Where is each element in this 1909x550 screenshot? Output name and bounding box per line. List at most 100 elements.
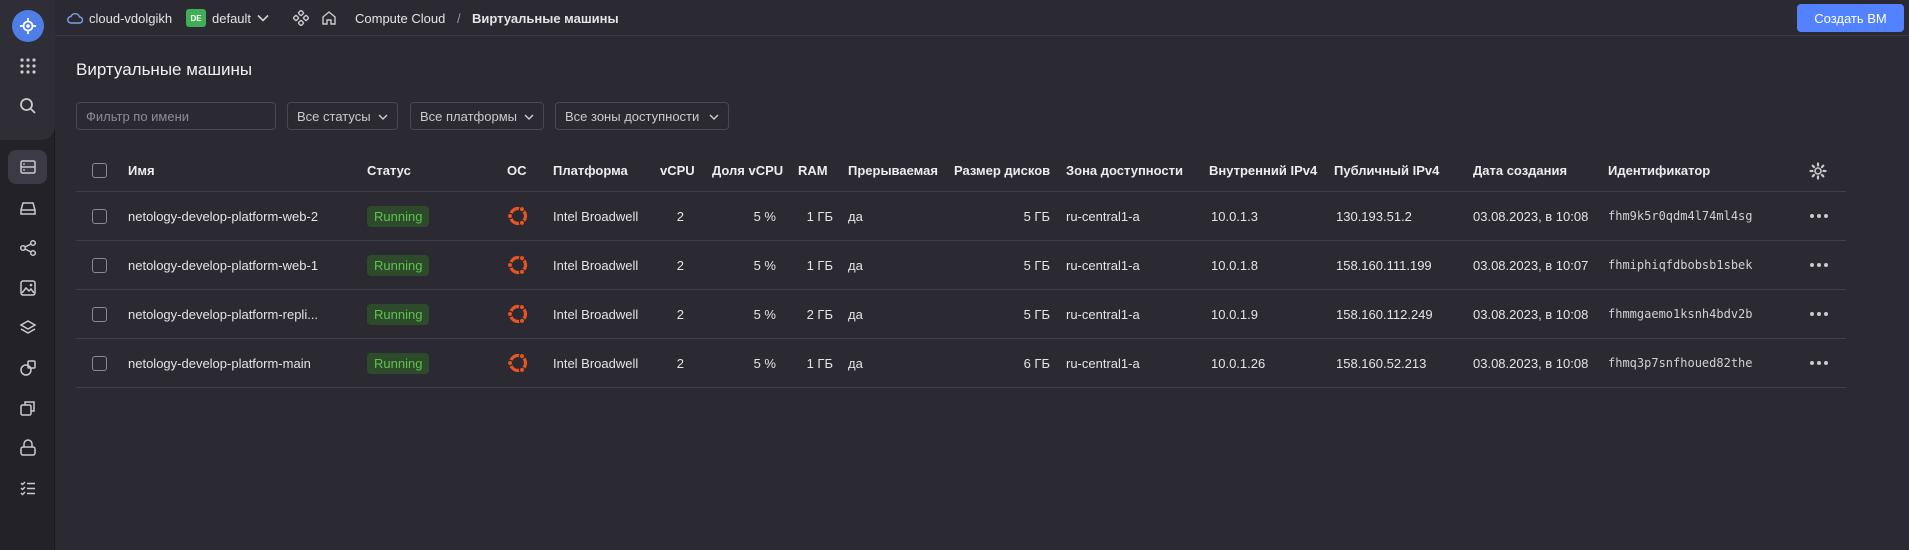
vm-preemptible: да	[848, 208, 863, 224]
vm-vcpu: 2	[676, 355, 684, 371]
vm-platform: Intel Broadwell	[553, 306, 639, 322]
column-platform[interactable]: Платформа	[553, 150, 628, 191]
vm-preemptible: да	[848, 257, 863, 273]
services-grid-icon[interactable]	[8, 49, 47, 83]
vm-platform: Intel Broadwell	[553, 208, 639, 224]
table-row[interactable]: netology-develop-platform-web-1 Running …	[76, 241, 1846, 290]
column-vcpu[interactable]: vCPU	[660, 150, 695, 191]
vm-zone: ru-central1-a	[1066, 355, 1140, 371]
app-logo-icon[interactable]	[12, 10, 44, 42]
home-icon[interactable]	[321, 0, 337, 36]
services-icon[interactable]	[293, 0, 309, 36]
vm-preemptible: да	[848, 355, 863, 371]
vm-internal-ip: 10.0.1.3	[1211, 208, 1258, 224]
instance-groups-icon[interactable]	[8, 391, 47, 425]
zone-filter-select[interactable]: Все зоны доступности	[555, 102, 729, 130]
disks-icon[interactable]	[8, 191, 47, 225]
column-internal-ip[interactable]: Внутренний IPv4	[1209, 150, 1317, 191]
vm-vcpu-share: 5 %	[753, 355, 776, 371]
vm-vcpu: 2	[676, 208, 684, 224]
search-icon[interactable]	[8, 89, 47, 123]
vm-public-ip: 130.193.51.2	[1336, 208, 1412, 224]
vm-id: fhmiphiqfdbobsb1sbek	[1608, 258, 1753, 272]
column-disk-size[interactable]: Размер дисков	[954, 150, 1050, 191]
vm-id: fhm9k5r0qdm4l74ml4sg	[1608, 209, 1753, 223]
operations-list-icon[interactable]	[8, 471, 47, 505]
more-actions-icon[interactable]	[1810, 192, 1828, 240]
layers-icon[interactable]	[8, 311, 47, 345]
status-badge: Running	[367, 192, 430, 240]
status-badge-text: Running	[367, 254, 430, 276]
ubuntu-icon	[506, 339, 530, 387]
vm-created: 03.08.2023, в 10:08	[1473, 355, 1589, 371]
vm-vcpu-share: 5 %	[753, 208, 776, 224]
breadcrumb-service[interactable]: Compute Cloud	[355, 0, 445, 36]
ubuntu-icon	[506, 290, 530, 338]
vm-internal-ip: 10.0.1.9	[1211, 306, 1258, 322]
column-created[interactable]: Дата создания	[1473, 150, 1567, 191]
create-vm-button[interactable]: Создать ВМ	[1797, 4, 1904, 32]
row-checkbox[interactable]	[92, 192, 107, 240]
column-vcpu-share[interactable]: Доля vCPU	[712, 150, 783, 191]
vm-id: fhmq3p7snfhoued82the	[1608, 356, 1753, 370]
placement-groups-icon[interactable]	[8, 431, 47, 465]
chevron-down-icon	[378, 114, 388, 121]
network-icon[interactable]	[8, 231, 47, 265]
more-actions-icon[interactable]	[1810, 339, 1828, 387]
vm-name[interactable]: netology-develop-platform-web-1	[128, 241, 318, 289]
folder-selector[interactable]: DE default	[186, 0, 269, 36]
vm-public-ip: 158.160.52.213	[1336, 355, 1427, 371]
snapshots-icon[interactable]	[8, 351, 47, 385]
vm-internal-ip: 10.0.1.26	[1211, 355, 1266, 371]
vm-created: 03.08.2023, в 10:08	[1473, 306, 1589, 322]
column-ram[interactable]: RAM	[798, 150, 828, 191]
column-name[interactable]: Имя	[128, 150, 155, 191]
vm-vcpu-share: 5 %	[753, 306, 776, 322]
vm-zone: ru-central1-a	[1066, 306, 1140, 322]
vm-name[interactable]: netology-develop-platform-repli...	[128, 290, 318, 338]
ubuntu-icon	[506, 241, 530, 289]
column-os[interactable]: ОС	[507, 150, 527, 191]
zone-filter-value: Все зоны доступности	[565, 108, 700, 124]
vm-zone: ru-central1-a	[1066, 208, 1140, 224]
vm-zone: ru-central1-a	[1066, 257, 1140, 273]
page-title: Виртуальные машины	[76, 60, 253, 79]
platform-filter-select[interactable]: Все платформы	[410, 102, 544, 130]
row-checkbox[interactable]	[92, 241, 107, 289]
folder-badge: DE	[186, 9, 206, 27]
more-actions-icon[interactable]	[1810, 290, 1828, 338]
breadcrumb-separator: /	[457, 10, 461, 26]
column-public-ip[interactable]: Публичный IPv4	[1334, 150, 1439, 191]
table-row[interactable]: netology-develop-platform-repli... Runni…	[76, 290, 1846, 339]
column-preemptible[interactable]: Прерываемая	[848, 150, 938, 191]
vm-vcpu-share: 5 %	[753, 257, 776, 273]
table-settings-icon[interactable]	[1809, 150, 1827, 191]
left-rail	[0, 0, 55, 550]
images-icon[interactable]	[8, 271, 47, 305]
vm-disk-size: 5 ГБ	[1023, 306, 1050, 322]
select-all-checkbox[interactable]	[92, 150, 107, 191]
vm-created: 03.08.2023, в 10:08	[1473, 208, 1589, 224]
more-actions-icon[interactable]	[1810, 241, 1828, 289]
vm-platform: Intel Broadwell	[553, 355, 639, 371]
name-filter-input[interactable]: Фильтр по имени	[76, 102, 276, 130]
column-id[interactable]: Идентификатор	[1608, 150, 1710, 191]
vm-name[interactable]: netology-develop-platform-main	[128, 339, 311, 387]
chevron-down-icon	[524, 114, 534, 121]
vm-id: fhmmgaemo1ksnh4bdv2b	[1608, 307, 1753, 321]
chevron-down-icon	[709, 114, 719, 121]
vm-name[interactable]: netology-develop-platform-web-2	[128, 192, 318, 240]
table-row[interactable]: netology-develop-platform-main Running I…	[76, 339, 1846, 388]
column-status[interactable]: Статус	[367, 150, 411, 191]
row-checkbox[interactable]	[92, 339, 107, 387]
vm-table: Имя Статус ОС Платформа vCPU Доля vCPU R…	[76, 150, 1846, 388]
virtual-machines-icon[interactable]	[8, 150, 47, 184]
row-checkbox[interactable]	[92, 290, 107, 338]
status-filter-select[interactable]: Все статусы	[287, 102, 398, 130]
ubuntu-icon	[506, 192, 530, 240]
vm-public-ip: 158.160.112.249	[1336, 306, 1433, 322]
vm-public-ip: 158.160.111.199	[1336, 257, 1432, 273]
column-zone[interactable]: Зона доступности	[1066, 150, 1183, 191]
cloud-selector[interactable]: cloud-vdolgikh	[67, 0, 172, 36]
table-row[interactable]: netology-develop-platform-web-2 Running …	[76, 192, 1846, 241]
